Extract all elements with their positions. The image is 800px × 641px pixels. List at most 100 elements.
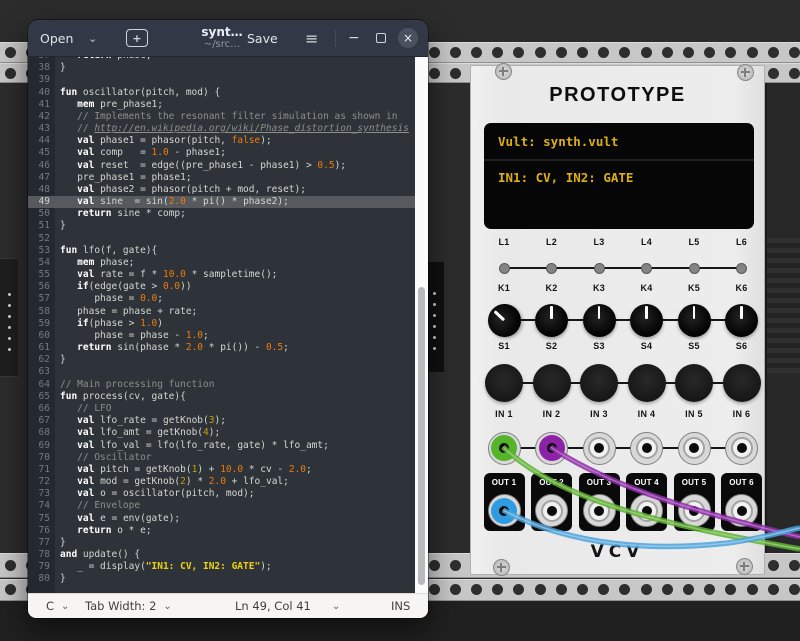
input-jack[interactable] — [725, 432, 758, 465]
code-line[interactable]: val lfo_rate = getKnob(3); — [55, 415, 415, 427]
input-jack[interactable] — [678, 432, 711, 465]
code-line[interactable]: } — [55, 537, 415, 549]
minimize-button[interactable]: − — [348, 20, 360, 56]
jack-hole-icon — [499, 506, 509, 516]
code-line[interactable]: val lfo_amt = getKnob(4); — [55, 427, 415, 439]
code-line[interactable]: phase = 0.0; — [55, 293, 415, 305]
code-line[interactable]: val e = env(gate); — [55, 513, 415, 525]
knob[interactable] — [535, 304, 568, 337]
code-line[interactable] — [55, 233, 415, 245]
code-line[interactable]: } — [55, 354, 415, 366]
code-line[interactable]: val phase1 = phasor(pitch, false); — [55, 135, 415, 147]
code-line[interactable]: mem pre_phase1; — [55, 99, 415, 111]
language-selector[interactable]: C ⌄ — [46, 594, 69, 618]
new-tab-icon: + — [126, 29, 148, 47]
input-jack[interactable] — [583, 432, 616, 465]
code-line[interactable]: fun oscillator(pitch, mod) { — [55, 87, 415, 99]
code-line[interactable]: // Implements the resonant filter simula… — [55, 111, 415, 123]
code-line[interactable]: // LFO — [55, 403, 415, 415]
tab-width-selector[interactable]: Tab Width: 2 ⌄ — [85, 594, 172, 618]
code-line[interactable]: val sine = sin(2.0 * pi() * phase2); — [55, 196, 415, 208]
code-line[interactable]: and update() { — [55, 549, 415, 561]
code-line[interactable]: } — [55, 62, 415, 74]
code-token: * sampletime(); — [186, 269, 278, 280]
code-line[interactable]: } — [55, 573, 415, 585]
knob[interactable] — [725, 304, 758, 337]
button-label: S5 — [688, 341, 700, 351]
code-token: 10.0 — [220, 464, 243, 475]
code-line[interactable]: phase = phase + rate; — [55, 306, 415, 318]
code-line[interactable]: pre_phase1 = phase1; — [55, 172, 415, 184]
code-line[interactable]: val mod = getKnob(2) * 2.0 + lfo_val; — [55, 476, 415, 488]
rail-hole-icon — [492, 584, 503, 595]
code-line[interactable]: fun process(cv, gate){ — [55, 391, 415, 403]
input-jack[interactable] — [630, 432, 663, 465]
output-jack[interactable] — [583, 494, 616, 527]
code-line[interactable]: _ = display("IN1: CV, IN2: GATE"); — [55, 561, 415, 573]
code-editor-area[interactable]: 3738394041424344454647484950515253545556… — [28, 57, 428, 593]
code-line[interactable] — [55, 366, 415, 378]
code-line[interactable]: val rate = f * 10.0 * sampletime(); — [55, 269, 415, 281]
input-jack[interactable] — [535, 432, 568, 465]
knob[interactable] — [481, 297, 528, 344]
output-jack[interactable] — [535, 494, 568, 527]
code-line[interactable]: val phase2 = phasor(pitch + mod, reset); — [55, 184, 415, 196]
output-jack[interactable] — [678, 494, 711, 527]
open-chevron-down-icon[interactable]: ⌄ — [88, 20, 97, 56]
output-jack[interactable] — [725, 494, 758, 527]
code-line[interactable]: val lfo_val = lfo(lfo_rate, gate) * lfo_… — [55, 440, 415, 452]
code-line[interactable]: return sine * comp; — [55, 208, 415, 220]
vcv-logo: VCV — [471, 542, 764, 562]
code-line[interactable]: // Oscillator — [55, 452, 415, 464]
code-line[interactable]: fun lfo(f, gate){ — [55, 245, 415, 257]
input-jack[interactable] — [488, 432, 521, 465]
code-line[interactable]: val comp = 1.0 - phase1; — [55, 147, 415, 159]
code-line[interactable]: // Main processing function — [55, 379, 415, 391]
restore-button[interactable] — [376, 20, 386, 56]
push-button[interactable] — [628, 364, 666, 402]
cursor-position-selector[interactable]: Ln 49, Col 41 ⌄ — [235, 594, 340, 618]
output-jack[interactable] — [630, 494, 663, 527]
code-line[interactable]: mem phase; — [55, 257, 415, 269]
push-button[interactable] — [533, 364, 571, 402]
rail-hole-icon — [598, 584, 609, 595]
new-tab-button[interactable]: + — [126, 20, 148, 56]
code-line[interactable]: if(edge(gate > 0.0)) — [55, 281, 415, 293]
code-token: 2.0 — [209, 476, 226, 487]
push-button[interactable] — [723, 364, 761, 402]
rail-hole-icon — [683, 584, 694, 595]
output-jack[interactable] — [488, 494, 521, 527]
code-line[interactable]: val reset = edge((pre_phase1 - phase1) >… — [55, 160, 415, 172]
code-view[interactable]: return phase;}fun oscillator(pitch, mod)… — [55, 57, 415, 593]
scrollbar-track[interactable] — [415, 57, 428, 593]
code-line[interactable]: return sin(phase * 2.0 * pi()) - 0.5; — [55, 342, 415, 354]
code-token: phase = — [60, 293, 140, 304]
led-indicator — [499, 263, 510, 274]
code-line[interactable]: return o * e; — [55, 525, 415, 537]
line-number: 47 — [28, 172, 55, 184]
code-line[interactable]: } — [55, 220, 415, 232]
rail-hole-icon — [513, 47, 524, 58]
code-line[interactable]: val o = oscillator(pitch, mod); — [55, 488, 415, 500]
push-button[interactable] — [675, 364, 713, 402]
code-line[interactable]: val pitch = getKnob(1) + 10.0 * cv - 2.0… — [55, 464, 415, 476]
code-line[interactable]: // Envelope — [55, 500, 415, 512]
knob[interactable] — [630, 304, 663, 337]
code-line[interactable] — [55, 74, 415, 86]
code-line[interactable]: phase = phase - 1.0; — [55, 330, 415, 342]
panel-dot-icon — [8, 304, 11, 307]
close-button[interactable]: × — [398, 20, 418, 56]
menu-button[interactable]: ≡ — [305, 20, 318, 56]
push-button[interactable] — [485, 364, 523, 402]
open-button[interactable]: Open — [40, 20, 73, 56]
save-button[interactable]: Save — [247, 20, 278, 56]
statusbar: C ⌄ Tab Width: 2 ⌄ Ln 49, Col 41 ⌄ INS — [28, 593, 428, 618]
code-line[interactable]: if(phase > 1.0) — [55, 318, 415, 330]
led-indicator — [594, 263, 605, 274]
knob[interactable] — [583, 304, 616, 337]
push-button[interactable] — [580, 364, 618, 402]
knob[interactable] — [678, 304, 711, 337]
code-line[interactable]: // http://en.wikipedia.org/wiki/Phase_di… — [55, 123, 415, 135]
scrollbar-thumb[interactable] — [418, 287, 425, 585]
screw-icon — [493, 559, 510, 576]
